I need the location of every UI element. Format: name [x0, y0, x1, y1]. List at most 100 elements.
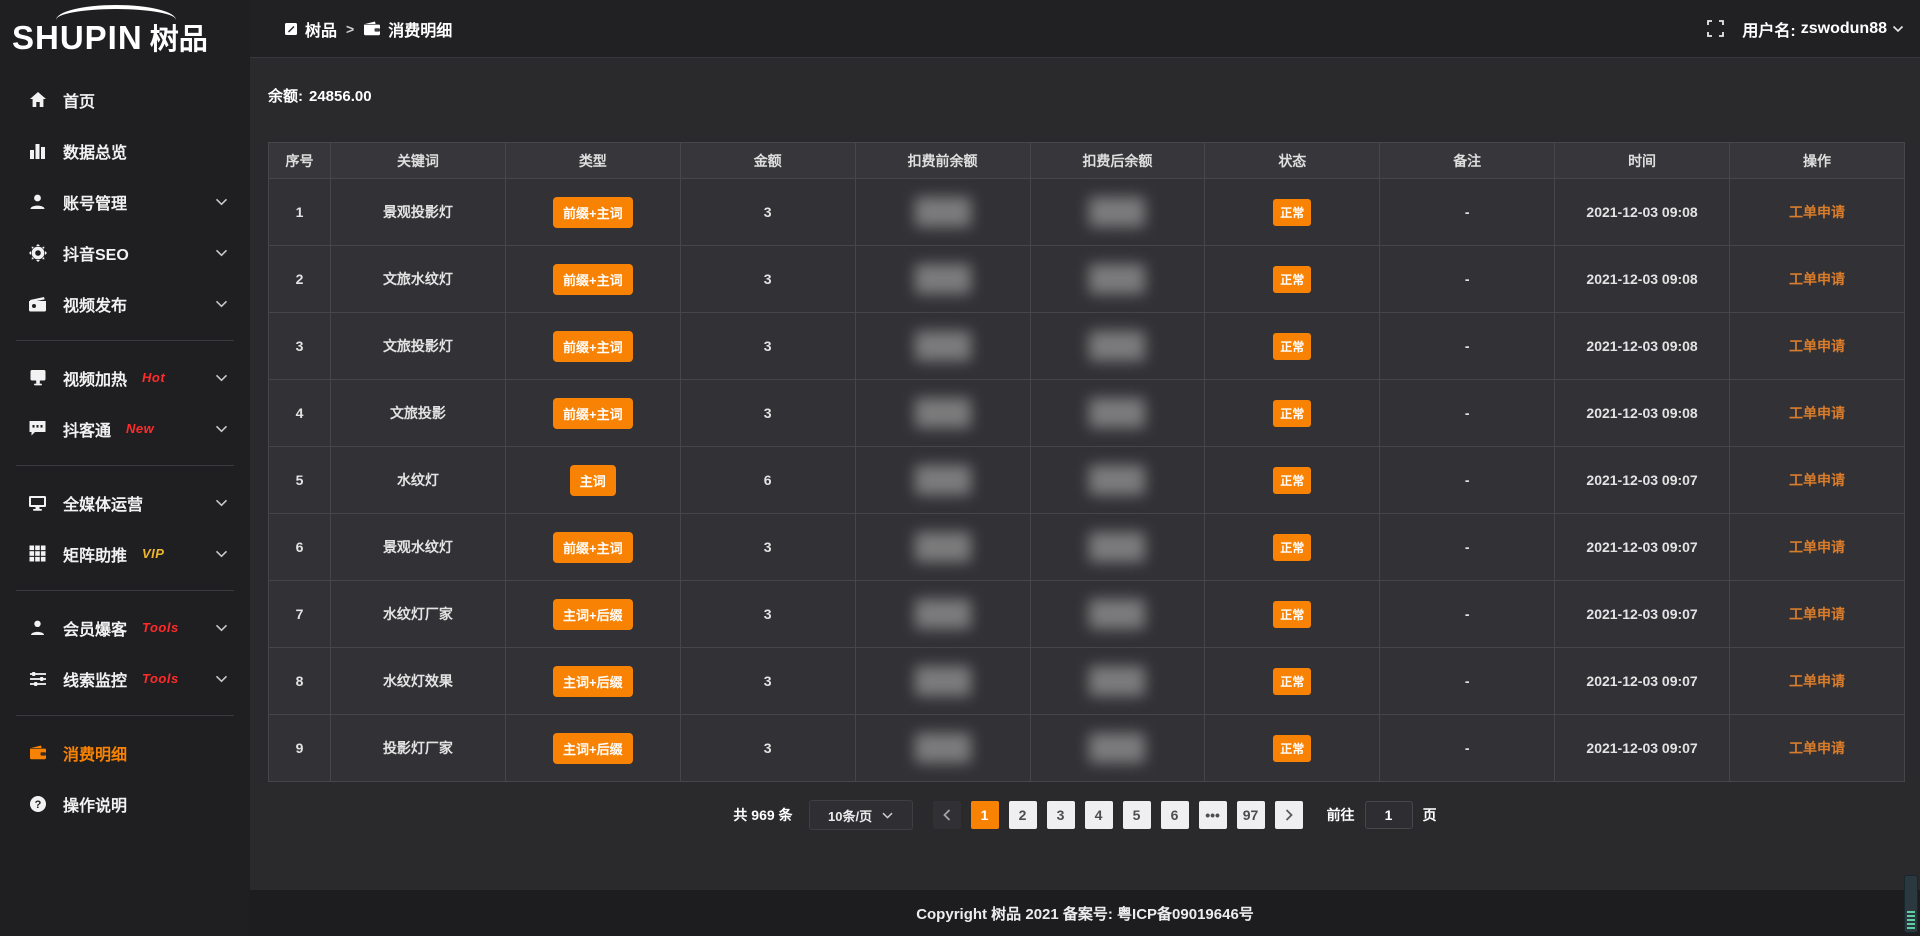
more-pages-button[interactable]: ••• [1199, 801, 1227, 829]
footer: Copyright 树品 2021 备案号: 粤ICP备09019646号 [250, 890, 1920, 936]
cell-status: 正常 [1205, 246, 1380, 313]
cell-status: 正常 [1205, 715, 1380, 782]
sidebar-item-badge: New [126, 421, 154, 436]
page-button-3[interactable]: 3 [1047, 801, 1075, 829]
sidebar-item-8[interactable]: 矩阵助推VIP [0, 528, 250, 579]
next-page-button[interactable] [1275, 801, 1303, 829]
sidebar-item-label: 抖音SEO [63, 241, 129, 265]
cell-type: 主词+后缀 [505, 581, 680, 648]
sidebar-item-badge: Tools [142, 620, 179, 635]
breadcrumb-item-0[interactable]: 树品 [284, 17, 337, 41]
column-header: 金额 [680, 143, 855, 179]
cell-balance-after [1030, 380, 1205, 447]
table-row: 3文旅投影灯前缀+主词3正常-2021-12-03 09:08工单申请 [269, 313, 1905, 380]
work-order-link[interactable]: 工单申请 [1789, 338, 1845, 354]
blurred-value [1089, 666, 1145, 696]
work-order-link[interactable]: 工单申请 [1789, 740, 1845, 756]
consumption-table: 序号关键词类型金额扣费前余额扣费后余额状态备注时间操作 1景观投影灯前缀+主词3… [268, 142, 1905, 782]
sidebar-item-4[interactable]: 视频发布 [0, 278, 250, 329]
sidebar: SHUPIN树品 首页数据总览账号管理抖音SEO 视频发布视频加热 Hot 抖客通Ne… [0, 0, 250, 936]
cell-amount: 3 [680, 581, 855, 648]
main-content: 余额:24856.00 序号关键词类型金额扣费前余额扣费后余额状态备注时间操作 … [250, 59, 1920, 936]
corner-widget[interactable] [1904, 875, 1918, 933]
fullscreen-icon[interactable] [1707, 20, 1724, 37]
page-button-2[interactable]: 2 [1009, 801, 1037, 829]
sidebar-item-12[interactable]: ?操作说明 [0, 778, 250, 829]
brand-logo[interactable]: SHUPIN树品 [0, 0, 250, 60]
chevron-down-icon [215, 249, 228, 257]
sidebar-item-label: 操作说明 [63, 792, 127, 816]
sidebar-item-label: 视频加热 [63, 366, 127, 390]
status-badge: 正常 [1273, 467, 1311, 494]
blurred-value [915, 398, 971, 428]
sidebar-item-0[interactable]: 首页 [0, 74, 250, 125]
cell-balance-before [855, 715, 1030, 782]
column-header: 扣费前余额 [855, 143, 1030, 179]
work-order-link[interactable]: 工单申请 [1789, 405, 1845, 421]
cell-action: 工单申请 [1730, 313, 1905, 380]
goto-page-input[interactable] [1365, 801, 1413, 829]
cell-balance-before [855, 313, 1030, 380]
cell-type: 前缀+主词 [505, 246, 680, 313]
user-icon [27, 193, 48, 210]
chevron-down-icon [215, 624, 228, 632]
blurred-value [1089, 465, 1145, 495]
page-button-6[interactable]: 6 [1161, 801, 1189, 829]
page-size-select[interactable]: 10条/页 [809, 800, 913, 830]
breadcrumb-item-1[interactable]: 消费明细 [363, 17, 452, 41]
sidebar-item-label: 矩阵助推 [63, 542, 127, 566]
screen-icon [27, 369, 48, 386]
sidebar-item-2[interactable]: 账号管理 [0, 176, 250, 227]
sidebar-item-10[interactable]: 线索监控Tools [0, 653, 250, 704]
cell-balance-before [855, 246, 1030, 313]
page-button-1[interactable]: 1 [971, 801, 999, 829]
page-button-5[interactable]: 5 [1123, 801, 1151, 829]
cell-time: 2021-12-03 09:08 [1555, 380, 1730, 447]
sidebar-item-6[interactable]: 抖客通New [0, 403, 250, 454]
column-header: 备注 [1380, 143, 1555, 179]
work-order-link[interactable]: 工单申请 [1789, 204, 1845, 220]
username-value: zswodun88 [1801, 20, 1887, 38]
work-order-link[interactable]: 工单申请 [1789, 606, 1845, 622]
cell-keyword: 水纹灯效果 [331, 648, 506, 715]
cell-action: 工单申请 [1730, 581, 1905, 648]
user-menu[interactable]: 用户名: zswodun88 [1742, 17, 1904, 41]
cell-no: 1 [269, 179, 331, 246]
cell-remark: - [1380, 581, 1555, 648]
page-size-value: 10条/页 [828, 806, 872, 825]
type-badge: 前缀+主词 [553, 331, 633, 362]
cell-type: 主词 [505, 447, 680, 514]
blurred-value [915, 733, 971, 763]
sidebar-item-1[interactable]: 数据总览 [0, 125, 250, 176]
cell-remark: - [1380, 447, 1555, 514]
work-order-link[interactable]: 工单申请 [1789, 472, 1845, 488]
sidebar-item-label: 会员爆客 [63, 616, 127, 640]
type-badge: 主词+后缀 [553, 733, 633, 764]
cell-amount: 3 [680, 179, 855, 246]
cell-remark: - [1380, 514, 1555, 581]
column-header: 类型 [505, 143, 680, 179]
work-order-link[interactable]: 工单申请 [1789, 539, 1845, 555]
sidebar-item-9[interactable]: 会员爆客 Tools [0, 602, 250, 653]
table-row: 9投影灯厂家主词+后缀3正常-2021-12-03 09:07工单申请 [269, 715, 1905, 782]
sidebar-item-11[interactable]: 消费明细 [0, 727, 250, 778]
sidebar-item-badge: Hot [142, 370, 165, 385]
chevron-down-icon [882, 812, 893, 819]
cell-time: 2021-12-03 09:07 [1555, 447, 1730, 514]
chevron-down-icon [215, 198, 228, 206]
cell-action: 工单申请 [1730, 179, 1905, 246]
sidebar-item-3[interactable]: 抖音SEO [0, 227, 250, 278]
blurred-value [915, 197, 971, 227]
cell-balance-after [1030, 514, 1205, 581]
sidebar-item-5[interactable]: 视频加热 Hot [0, 352, 250, 403]
goto-suffix: 页 [1423, 805, 1437, 825]
page-button-97[interactable]: 97 [1237, 801, 1265, 829]
prev-page-button[interactable] [933, 801, 961, 829]
work-order-link[interactable]: 工单申请 [1789, 271, 1845, 287]
cell-remark: - [1380, 313, 1555, 380]
page-button-4[interactable]: 4 [1085, 801, 1113, 829]
sidebar-item-7[interactable]: 全媒体运营 [0, 477, 250, 528]
work-order-link[interactable]: 工单申请 [1789, 673, 1845, 689]
sidebar-item-label: 全媒体运营 [63, 491, 143, 515]
cell-remark: - [1380, 715, 1555, 782]
